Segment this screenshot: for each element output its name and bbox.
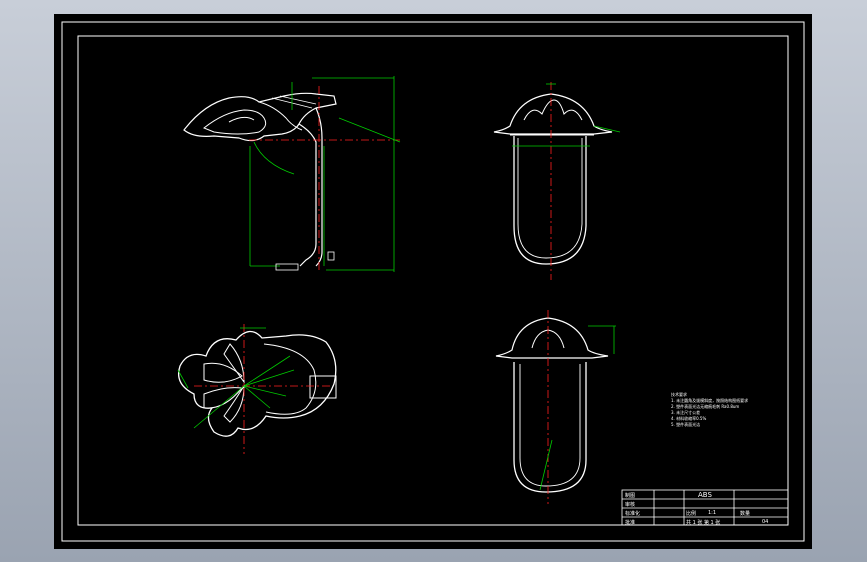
cad-drawing-sheet[interactable]: 技术要求 1. 未注圆角及拔模斜度，按照结构图纸要求 2. 塑件表面光洁无缩痕毛… bbox=[54, 14, 812, 549]
label-standard: 标准化 bbox=[625, 511, 641, 517]
sheet-info: 共 1 张 第 1 张 bbox=[686, 520, 721, 526]
note-5: 5. 塑件表面光洁 bbox=[671, 422, 701, 427]
scale-label: 比例 bbox=[686, 511, 697, 517]
qty-label: 数量 bbox=[740, 511, 751, 517]
model-space bbox=[54, 14, 812, 549]
label-checked: 审核 bbox=[625, 502, 636, 508]
label-approved: 批准 bbox=[625, 520, 636, 526]
title-block: 制图 审核 标准化 批准 ABS 比例 1:1 数量 共 1 张 第 1 张 0… bbox=[622, 490, 788, 526]
material-name: ABS bbox=[698, 491, 712, 499]
scale-value: 1:1 bbox=[708, 510, 717, 516]
part-code: 04 bbox=[762, 519, 769, 525]
technical-notes: 技术要求 1. 未注圆角及拔模斜度，按照结构图纸要求 2. 塑件表面光洁无缩痕毛… bbox=[671, 392, 781, 428]
label-drawn: 制图 bbox=[625, 493, 636, 499]
drawing-canvas bbox=[54, 14, 812, 549]
